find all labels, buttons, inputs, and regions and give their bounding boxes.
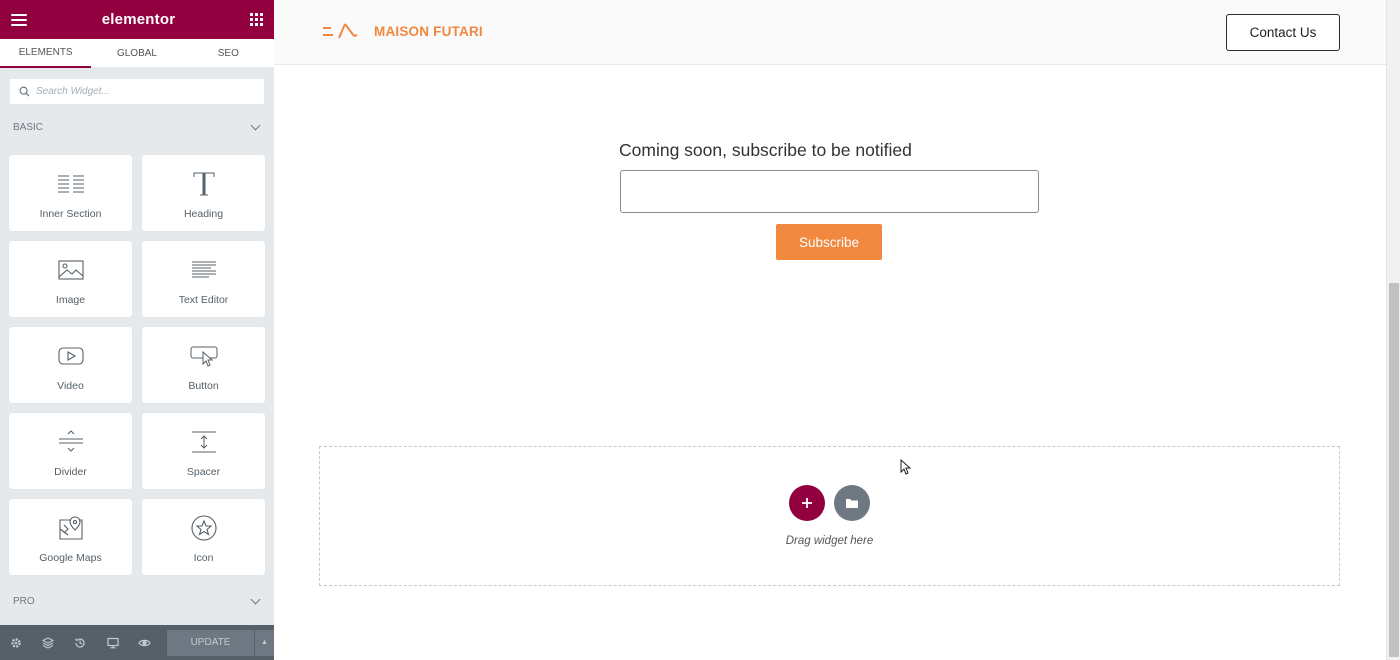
brand-name: MAISON FUTARI	[374, 23, 483, 39]
page-scrollbar[interactable]	[1386, 0, 1400, 660]
responsive-mode-icon[interactable]	[97, 625, 129, 660]
category-basic-label: BASIC	[13, 122, 44, 133]
widget-google-maps[interactable]: Google Maps	[9, 499, 132, 575]
panel-tabs: ELEMENTS GLOBAL SEO	[0, 39, 274, 68]
widget-label: Inner Section	[39, 208, 102, 220]
star-icon	[187, 512, 221, 544]
category-pro-header[interactable]: PRO	[13, 594, 263, 607]
spacer-icon	[187, 426, 221, 458]
menu-icon[interactable]	[11, 13, 27, 26]
plus-icon	[802, 498, 812, 508]
search-widget-input[interactable]	[36, 86, 256, 97]
folder-icon	[846, 499, 858, 508]
chevron-down-icon	[250, 594, 261, 605]
preview-canvas: MAISON FUTARI Contact Us Coming soon, su…	[274, 0, 1386, 660]
heading-icon	[187, 168, 221, 200]
add-section-button[interactable]	[789, 485, 825, 521]
search-widget-box	[9, 78, 265, 105]
text-editor-icon	[187, 254, 221, 286]
widget-heading[interactable]: Heading	[142, 155, 265, 231]
search-icon	[19, 86, 30, 97]
tab-elements[interactable]: ELEMENTS	[0, 39, 92, 68]
chevron-down-icon	[250, 120, 261, 131]
video-icon	[54, 340, 88, 372]
update-options-caret-icon[interactable]: ▲	[255, 629, 274, 656]
widgets-grid-icon[interactable]	[250, 13, 263, 26]
widget-label: Google Maps	[39, 552, 102, 564]
category-basic-header[interactable]: BASIC	[13, 120, 263, 133]
email-field[interactable]	[620, 170, 1039, 213]
button-icon	[187, 340, 221, 372]
widget-label: Text Editor	[178, 294, 229, 306]
panel-footer: UPDATE ▲	[0, 625, 274, 660]
site-header: MAISON FUTARI Contact Us	[274, 0, 1386, 65]
widget-video[interactable]: Video	[9, 327, 132, 403]
inner-section-icon	[54, 168, 88, 200]
widget-grid: Inner Section Heading Image Text Editor …	[9, 155, 265, 575]
google-maps-icon	[54, 512, 88, 544]
history-icon[interactable]	[64, 625, 96, 660]
widget-icon[interactable]: Icon	[142, 499, 265, 575]
subscribe-heading: Coming soon, subscribe to be notified	[619, 140, 912, 160]
brand-logo[interactable]: MAISON FUTARI	[322, 22, 483, 40]
scrollbar-thumb[interactable]	[1389, 283, 1399, 657]
tab-seo[interactable]: SEO	[182, 39, 274, 68]
widget-label: Image	[55, 294, 86, 306]
widget-divider[interactable]: Divider	[9, 413, 132, 489]
panel-header: elementor	[0, 0, 274, 39]
navigator-layers-icon[interactable]	[32, 625, 64, 660]
widget-label: Video	[57, 380, 84, 392]
drag-widget-text: Drag widget here	[785, 535, 874, 547]
mouse-cursor-icon	[900, 459, 911, 475]
category-pro-label: PRO	[13, 596, 35, 607]
widget-label: Icon	[193, 552, 214, 564]
tab-global[interactable]: GLOBAL	[91, 39, 183, 68]
image-icon	[54, 254, 88, 286]
widget-inner-section[interactable]: Inner Section	[9, 155, 132, 231]
widget-button[interactable]: Button	[142, 327, 265, 403]
preview-eye-icon[interactable]	[129, 625, 161, 660]
widget-label: Divider	[54, 466, 87, 478]
update-button[interactable]: UPDATE	[166, 629, 255, 656]
maison-futari-logo-icon	[323, 23, 358, 39]
settings-gear-icon[interactable]	[0, 625, 32, 660]
elementor-logo: elementor	[101, 11, 176, 28]
widget-spacer[interactable]: Spacer	[142, 413, 265, 489]
contact-us-button[interactable]: Contact Us	[1226, 14, 1340, 51]
drop-zone[interactable]: Drag widget here	[319, 446, 1340, 586]
widget-label: Heading	[183, 208, 224, 220]
widget-label: Spacer	[186, 466, 221, 478]
subscribe-button[interactable]: Subscribe	[776, 224, 882, 260]
widget-image[interactable]: Image	[9, 241, 132, 317]
add-template-button[interactable]	[834, 485, 870, 521]
widget-text-editor[interactable]: Text Editor	[142, 241, 265, 317]
editor-panel: elementor ELEMENTS GLOBAL SEO BASIC	[0, 0, 274, 660]
widget-label: Button	[188, 380, 219, 392]
divider-icon	[54, 426, 88, 458]
